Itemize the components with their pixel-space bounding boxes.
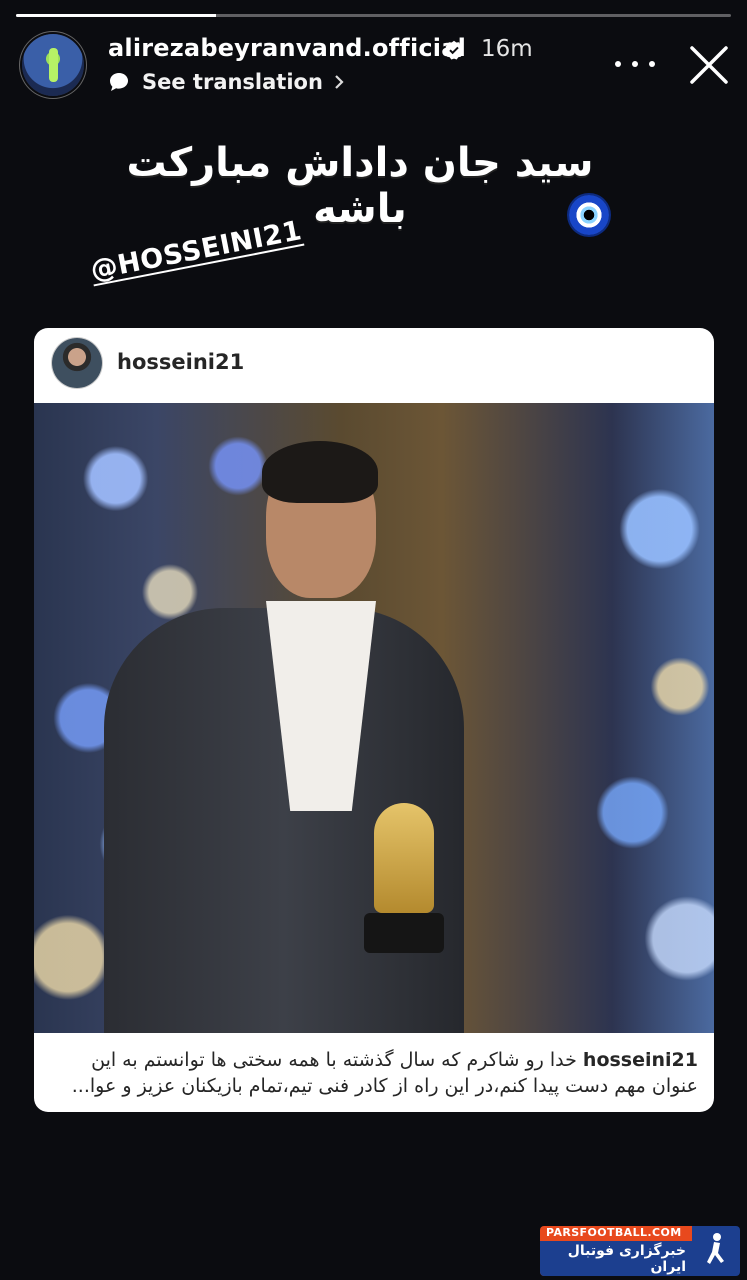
- photo-subject-hair: [262, 441, 378, 503]
- shared-post-header: hosseini21: [34, 328, 714, 402]
- watermark-text-en: PARSFOOTBALL.COM: [546, 1226, 682, 1239]
- caption-username: hosseini21: [582, 1049, 698, 1071]
- player-silhouette-icon: [692, 1226, 740, 1276]
- shared-post-photo: [34, 403, 714, 1033]
- watermark-logo: PARSFOOTBALL.COM خبرگزاری فوتبال ایران: [540, 1226, 740, 1276]
- story-text-overlay: سید جان داداش مبارکت باشه: [126, 140, 594, 232]
- see-translation-button[interactable]: See translation: [108, 68, 345, 96]
- verified-badge-icon: [444, 40, 464, 60]
- more-dots-icon: [615, 61, 621, 67]
- speech-bubble-icon: [110, 73, 128, 91]
- story-progress-fill: [16, 14, 217, 17]
- trophy-base: [364, 913, 444, 953]
- shared-post-caption: hosseini21 خدا رو شاکرم که سال گذشته با …: [34, 1033, 714, 1112]
- nazar-eye-emoji: [569, 195, 609, 235]
- trophy: [374, 803, 434, 913]
- story-progress-bar: [16, 14, 731, 17]
- more-options-button[interactable]: [615, 44, 655, 84]
- shared-post-card[interactable]: hosseini21 hosseini21 خدا رو شاکرم که سا…: [34, 328, 714, 1112]
- chevron-right-icon: [335, 75, 344, 89]
- avatar[interactable]: [22, 34, 84, 96]
- story-username[interactable]: alirezabeyranvand.official: [108, 34, 466, 62]
- watermark-text-fa: خبرگزاری فوتبال ایران: [540, 1240, 692, 1276]
- story-time: 16m: [481, 36, 533, 62]
- story-header: alirezabeyranvand.official 16m See trans…: [22, 32, 731, 98]
- see-translation-label: See translation: [142, 70, 323, 94]
- avatar[interactable]: [52, 338, 102, 388]
- shared-post-username[interactable]: hosseini21: [117, 350, 244, 374]
- close-icon[interactable]: [688, 44, 730, 86]
